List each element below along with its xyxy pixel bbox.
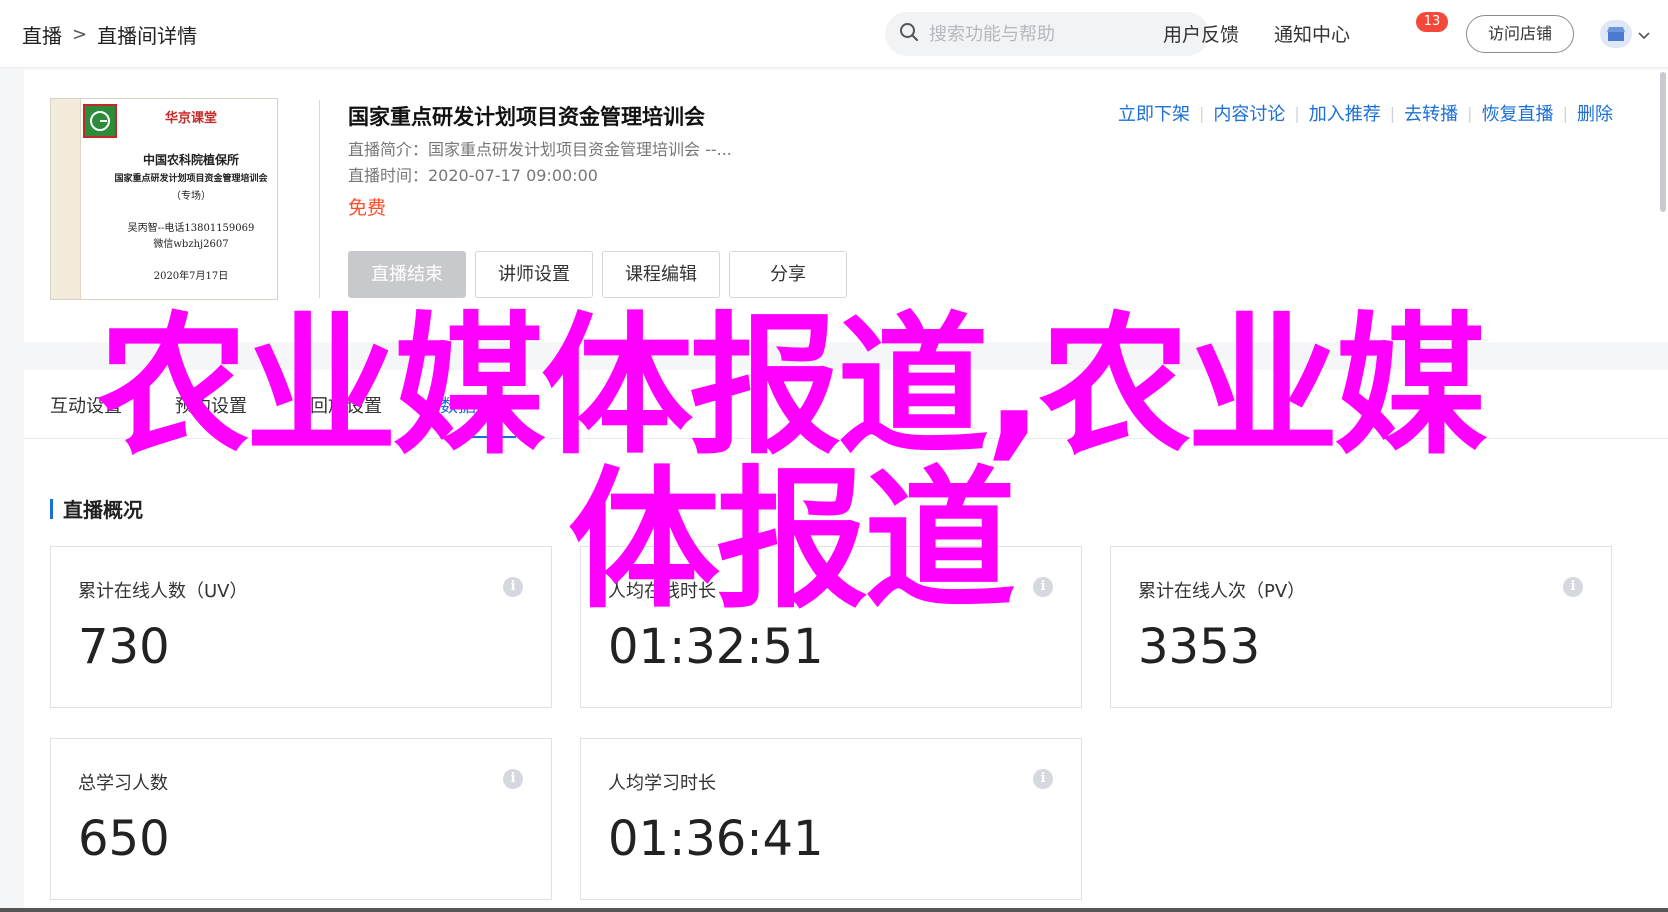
edit-course-button[interactable]: 课程编辑 xyxy=(602,251,720,298)
thumbnail-wechat: 微信wbzhj2607 xyxy=(153,239,229,250)
stat-card: 累计在线人次（PV） 3353 i xyxy=(1110,546,1612,708)
stat-card: 累计在线人数（UV） 730 i xyxy=(50,546,552,708)
stat-label: 人均在线时长 xyxy=(608,581,716,602)
section-accent-bar xyxy=(50,498,53,519)
action-delete[interactable]: 删除 xyxy=(1577,100,1613,126)
info-icon[interactable]: i xyxy=(503,769,523,789)
section-title: 直播概况 xyxy=(63,498,143,522)
stat-card: 人均在线时长 01:32:51 i xyxy=(580,546,1082,708)
breadcrumb-live[interactable]: 直播 xyxy=(22,20,62,49)
breadcrumb-separator: > xyxy=(72,24,88,45)
stat-value: 730 xyxy=(78,619,170,675)
info-icon[interactable]: i xyxy=(1033,769,1053,789)
store-avatar-icon[interactable] xyxy=(1600,20,1632,48)
lecturer-settings-button[interactable]: 讲师设置 xyxy=(475,251,593,298)
info-icon[interactable]: i xyxy=(1563,577,1583,597)
search-input[interactable] xyxy=(929,23,1189,45)
section-header: 直播概况 xyxy=(50,494,143,523)
stat-label: 累计在线人数（UV） xyxy=(78,581,248,602)
thumbnail-contact: 吴丙智--电话13801159069 xyxy=(127,223,255,234)
stat-label: 人均学习时长 xyxy=(608,773,716,794)
tab-data-analysis[interactable]: 数据分析 xyxy=(440,392,512,418)
thumbnail-brand: 华京课堂 xyxy=(164,111,217,126)
share-button[interactable]: 分享 xyxy=(729,251,847,298)
divider xyxy=(319,100,320,298)
thumbnail-title: 国家重点研发计划项目资金管理培训会 xyxy=(114,174,268,184)
action-resume-live[interactable]: 恢复直播 xyxy=(1482,100,1554,126)
visit-store-button[interactable]: 访问店铺 xyxy=(1466,15,1574,53)
action-separator: | xyxy=(1294,103,1300,123)
search-icon xyxy=(899,22,919,46)
tabs-divider xyxy=(24,438,1668,439)
breadcrumb-current: 直播间详情 xyxy=(97,24,198,48)
thumbnail-org: 中国农科院植保所 xyxy=(142,153,239,167)
stat-value: 01:32:51 xyxy=(608,619,824,675)
bottom-edge xyxy=(0,908,1668,912)
info-icon[interactable]: i xyxy=(1033,577,1053,597)
course-thumbnail[interactable]: 华京课堂 中国农科院植保所 国家重点研发计划项目资金管理培训会 （专场） 吴丙智… xyxy=(50,98,278,300)
breadcrumb: 直播 > 直播间详情 xyxy=(22,20,197,49)
live-ended-button[interactable]: 直播结束 xyxy=(348,251,466,298)
tab-booking-settings[interactable]: 预约设置 xyxy=(175,392,247,418)
stat-card: 总学习人数 650 i xyxy=(50,738,552,900)
price-badge: 免费 xyxy=(348,197,387,219)
tab-interaction-settings[interactable]: 互动设置 xyxy=(50,392,122,418)
search-box[interactable] xyxy=(885,12,1209,56)
stat-label: 总学习人数 xyxy=(78,773,168,794)
feedback-link[interactable]: 用户反馈 xyxy=(1163,20,1239,47)
action-separator: | xyxy=(1562,103,1568,123)
action-discussion[interactable]: 内容讨论 xyxy=(1213,100,1285,126)
notification-center-link[interactable]: 通知中心 xyxy=(1274,20,1350,47)
stat-value: 01:36:41 xyxy=(608,811,824,867)
action-recommend[interactable]: 加入推荐 xyxy=(1309,100,1381,126)
action-separator: | xyxy=(1199,103,1205,123)
course-title: 国家重点研发计划项目资金管理培训会 xyxy=(348,105,705,129)
thumbnail-spine xyxy=(51,99,81,299)
thumbnail-date: 2020年7月17日 xyxy=(153,271,229,282)
action-rebroadcast[interactable]: 去转播 xyxy=(1404,100,1458,126)
stat-value: 650 xyxy=(78,811,170,867)
stat-value: 3353 xyxy=(1138,619,1261,675)
course-time: 直播时间：2020-07-17 09:00:00 xyxy=(348,166,598,185)
stat-label: 累计在线人次（PV） xyxy=(1138,581,1306,602)
scrollbar[interactable] xyxy=(1660,72,1666,212)
stat-card: 人均学习时长 01:36:41 i xyxy=(580,738,1082,900)
info-icon[interactable]: i xyxy=(503,577,523,597)
course-actions: 立即下架 | 内容讨论 | 加入推荐 | 去转播 | 恢复直播 | 删除 xyxy=(1118,100,1613,126)
action-separator: | xyxy=(1467,103,1473,123)
course-description: 直播简介：国家重点研发计划项目资金管理培训会 --... xyxy=(348,140,732,159)
chevron-down-icon[interactable] xyxy=(1638,26,1650,40)
action-take-down[interactable]: 立即下架 xyxy=(1118,100,1190,126)
action-separator: | xyxy=(1389,103,1396,123)
notification-badge: 13 xyxy=(1416,12,1448,32)
top-bar: 直播 > 直播间详情 用户反馈 通知中心 13 访问店铺 xyxy=(0,0,1668,68)
thumbnail-subtitle: （专场） xyxy=(171,191,211,202)
tab-playback-settings[interactable]: 回放设置 xyxy=(310,392,382,418)
